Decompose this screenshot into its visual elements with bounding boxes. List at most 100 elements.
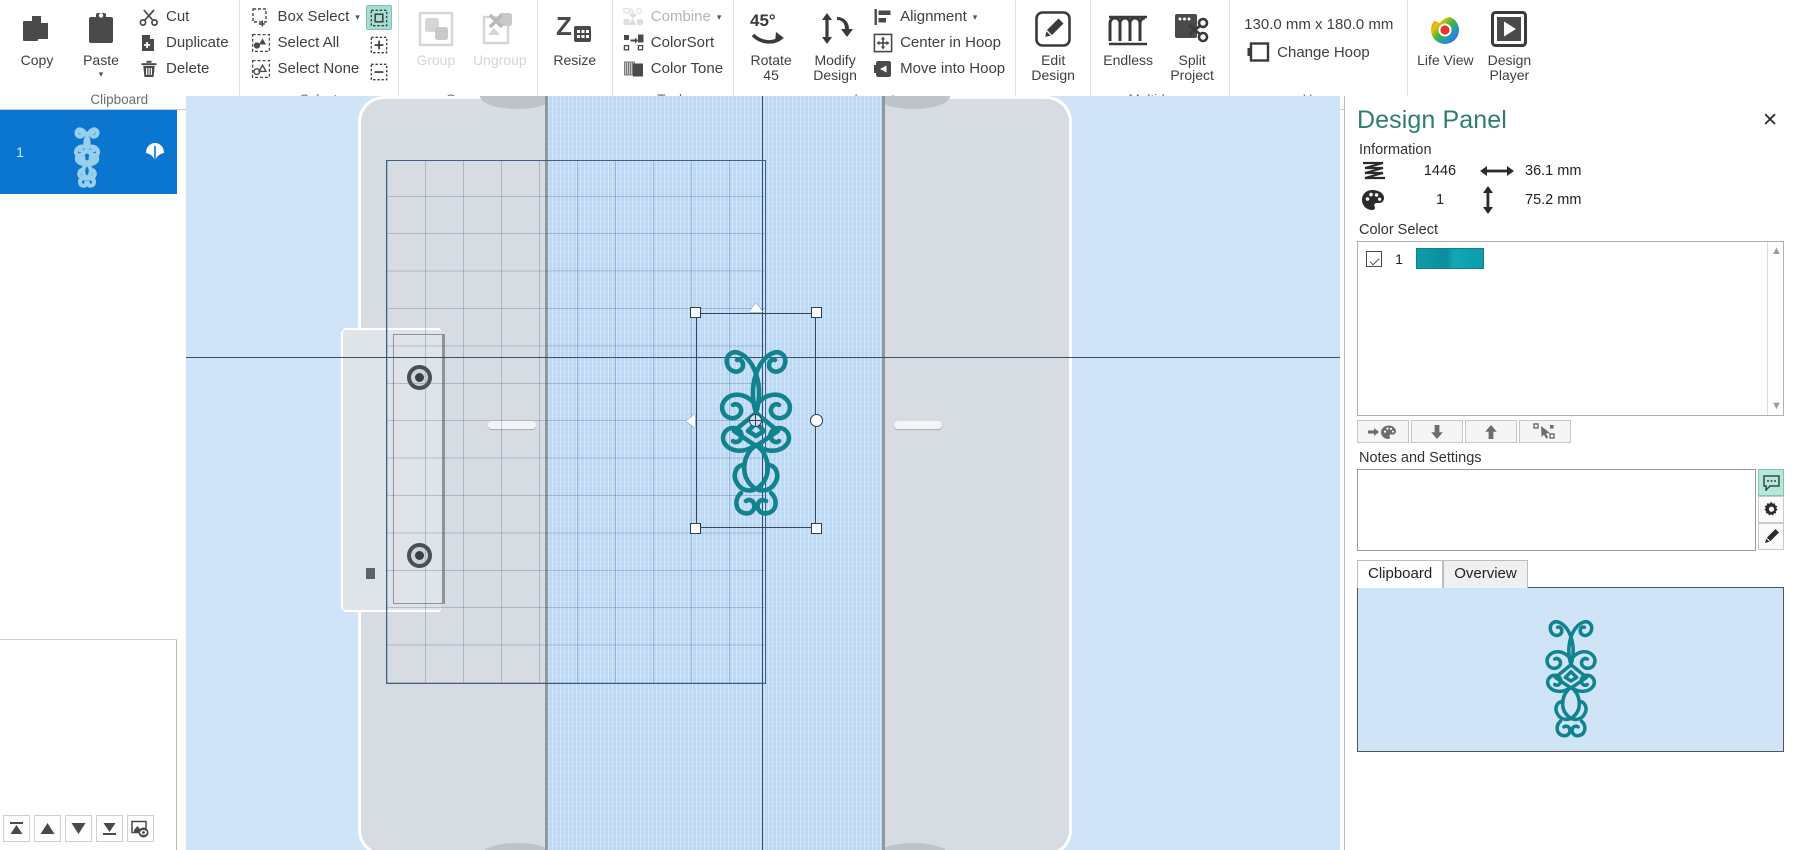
- paste-label: Paste: [83, 52, 119, 68]
- color-tone-button[interactable]: Color Tone: [619, 56, 727, 81]
- combine-button[interactable]: Combine ▾: [619, 4, 727, 29]
- notes-icon: [1762, 474, 1780, 491]
- tab-clipboard[interactable]: Clipboard: [1357, 560, 1444, 588]
- remove-from-selection-icon[interactable]: [366, 59, 392, 84]
- ribbon-group-clipboard: Copy Paste ▾ Cut Duplicate Delete Clipbo…: [0, 0, 240, 110]
- colorsort-button[interactable]: ColorSort: [619, 30, 727, 55]
- select-mode-toggles: [365, 2, 392, 84]
- design-list-item[interactable]: 1: [0, 110, 177, 194]
- select-none-button[interactable]: Select None: [246, 56, 364, 81]
- move-to-bottom-button[interactable]: [96, 815, 123, 842]
- color-row-swatch[interactable]: [1416, 248, 1484, 269]
- combine-caret-icon[interactable]: ▾: [717, 12, 722, 23]
- select-by-color-button[interactable]: [1357, 420, 1409, 443]
- resize-button[interactable]: Z Resize: [544, 2, 606, 68]
- cut-button[interactable]: Cut: [134, 4, 233, 29]
- resize-handle-top-right[interactable]: [811, 307, 822, 318]
- color-action-buttons: [1357, 420, 1784, 443]
- duplicate-icon: [138, 32, 160, 54]
- flip-handle-left-center[interactable]: [686, 414, 695, 428]
- move-to-top-icon: [8, 820, 25, 837]
- split-project-button[interactable]: Split Project: [1161, 2, 1223, 83]
- notes-tool-strip: [1758, 469, 1784, 551]
- resize-handle-bottom-left[interactable]: [690, 523, 701, 534]
- design-visibility-icon: [131, 820, 150, 838]
- resize-handle-right-center[interactable]: [810, 414, 823, 427]
- ribbon-group-hoop: 130.0 mm x 180.0 mm Change Hoop Hoop: [1230, 0, 1409, 110]
- ungroup-button[interactable]: Ungroup: [469, 2, 531, 68]
- notes-tab-button[interactable]: [1758, 469, 1784, 496]
- group-icon: [418, 6, 454, 52]
- chevron-up-icon[interactable]: ▲: [1771, 245, 1782, 257]
- chevron-down-icon[interactable]: ▼: [1771, 400, 1782, 412]
- alignment-caret-icon[interactable]: ▾: [973, 12, 978, 23]
- group-button[interactable]: Group: [405, 2, 467, 68]
- move-down-button[interactable]: [65, 815, 92, 842]
- design-player-icon: [1490, 6, 1528, 52]
- add-to-selection-icon[interactable]: [366, 32, 392, 57]
- color-list-row[interactable]: 1: [1358, 242, 1783, 275]
- color-row-checkbox[interactable]: [1366, 250, 1382, 267]
- resize-label: Resize: [553, 52, 597, 68]
- notes-input[interactable]: [1357, 469, 1756, 551]
- box-select-caret-icon[interactable]: ▾: [355, 12, 360, 23]
- design-list[interactable]: 1: [0, 110, 177, 640]
- alignment-button[interactable]: Alignment ▾: [868, 4, 1009, 29]
- move-up-button[interactable]: [34, 815, 61, 842]
- edit-tab-button[interactable]: [1758, 523, 1784, 550]
- box-select-button[interactable]: Box Select ▾: [246, 4, 364, 29]
- color-select-list[interactable]: 1 ▲ ▼: [1357, 241, 1784, 416]
- color-row-index: 1: [1395, 250, 1403, 267]
- split-project-label: Split Project: [1170, 52, 1214, 83]
- center-in-hoop-button[interactable]: Center in Hoop: [868, 30, 1009, 55]
- design-item-number: 1: [16, 143, 24, 160]
- rotate-45-button[interactable]: 45° Rotate 45: [740, 2, 802, 83]
- move-to-top-button[interactable]: [3, 815, 30, 842]
- move-color-up-button[interactable]: [1465, 420, 1517, 443]
- select-none-label: Select None: [277, 60, 360, 77]
- duplicate-button[interactable]: Duplicate: [134, 30, 233, 55]
- hoop-icon: [1246, 41, 1270, 63]
- tab-overview[interactable]: Overview: [1443, 560, 1528, 588]
- ribbon-group-edit-design: Edit Design: [1016, 0, 1092, 110]
- design-center-marker[interactable]: [749, 414, 762, 427]
- hoop-size-label: 130.0 mm x 180.0 mm: [1244, 16, 1394, 33]
- rotate-handle-top-center[interactable]: [749, 303, 763, 312]
- trash-icon: [138, 58, 160, 80]
- design-visibility-button[interactable]: [127, 815, 154, 842]
- select-none-icon: [250, 58, 272, 80]
- close-icon[interactable]: ✕: [1756, 109, 1784, 132]
- clipboard-design-preview[interactable]: [1357, 587, 1784, 752]
- delete-button[interactable]: Delete: [134, 56, 233, 81]
- paste-caret-icon[interactable]: ▾: [99, 69, 104, 80]
- arrow-to-palette-icon: [1367, 424, 1399, 440]
- ribbon-group-layout: 45° Rotate 45 Modify Design Alignment ▾ …: [734, 0, 1017, 110]
- layout-commands: Alignment ▾ Center in Hoop Move into Hoo…: [868, 2, 1009, 81]
- combine-icon: [623, 6, 645, 28]
- resize-handle-bottom-right[interactable]: [811, 523, 822, 534]
- paste-button[interactable]: Paste ▾: [70, 2, 132, 80]
- panel-bottom-tabs: Clipboard Overview: [1357, 560, 1784, 588]
- select-objects-button[interactable]: [1519, 420, 1571, 443]
- select-objects-icon: [1533, 422, 1557, 441]
- edit-design-button[interactable]: Edit Design: [1022, 2, 1084, 83]
- selected-design[interactable]: [686, 303, 823, 534]
- move-into-hoop-button[interactable]: Move into Hoop: [868, 56, 1009, 81]
- endless-button[interactable]: Endless: [1097, 2, 1159, 68]
- move-color-down-button[interactable]: [1411, 420, 1463, 443]
- ribbon-group-tools: Combine ▾ ColorSort Color Tone: [613, 0, 735, 110]
- copy-button[interactable]: Copy: [6, 2, 68, 68]
- select-all-button[interactable]: Select All: [246, 30, 364, 55]
- modify-design-button[interactable]: Modify Design: [804, 2, 866, 83]
- change-hoop-button[interactable]: Change Hoop: [1236, 33, 1378, 63]
- height-arrow-icon: [1479, 185, 1525, 215]
- settings-tab-button[interactable]: [1758, 496, 1784, 523]
- life-view-button[interactable]: Life View: [1414, 2, 1476, 68]
- color-list-scrollbar[interactable]: ▲ ▼: [1767, 242, 1783, 415]
- design-canvas[interactable]: [186, 96, 1340, 850]
- design-panel-header: Design Panel ✕: [1357, 106, 1784, 135]
- marquee-select-icon[interactable]: [365, 5, 392, 30]
- move-up-icon: [39, 820, 56, 837]
- design-player-button[interactable]: Design Player: [1478, 2, 1540, 83]
- resize-handle-top-left[interactable]: [690, 307, 701, 318]
